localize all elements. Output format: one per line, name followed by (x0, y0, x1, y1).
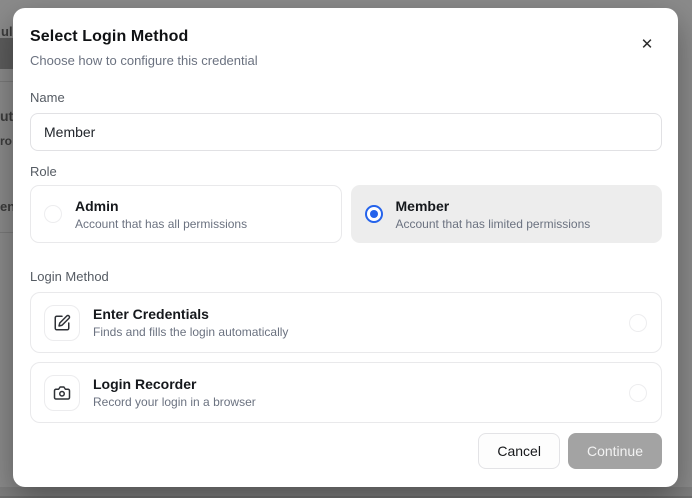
login-method-group: Login Method Enter Credentials Finds and… (30, 269, 662, 423)
login-method-option-login-recorder[interactable]: Login Recorder Record your login in a br… (30, 362, 662, 423)
name-field-group: Name (30, 90, 662, 151)
role-option-title: Member (395, 197, 450, 214)
role-option-admin[interactable]: Admin Account that has all permissions (30, 185, 342, 243)
select-login-method-dialog: Select Login Method Choose how to config… (13, 8, 678, 487)
role-option-member[interactable]: Member Account that has limited permissi… (350, 185, 662, 243)
role-group: Role Admin Account that has all permissi… (30, 164, 662, 243)
background-banner-fragment (0, 38, 14, 69)
login-method-title: Login Recorder (93, 376, 197, 392)
login-method-option-enter-credentials[interactable]: Enter Credentials Finds and fills the lo… (30, 292, 662, 353)
role-option-description: Account that has limited permissions (395, 216, 591, 231)
edit-icon (44, 304, 80, 341)
name-label: Name (30, 90, 65, 105)
dialog-subtitle: Choose how to configure this credential (30, 53, 258, 68)
login-method-label: Login Method (30, 269, 109, 284)
close-icon[interactable]: ✕ (638, 36, 656, 54)
background-text-fragment: ut (0, 108, 14, 124)
cancel-button[interactable]: Cancel (478, 433, 560, 469)
background-divider (0, 81, 14, 82)
role-option-description: Account that has all permissions (75, 216, 248, 231)
login-method-description: Record your login in a browser (93, 395, 256, 409)
background-text-fragment: ro (0, 134, 12, 148)
name-input[interactable] (30, 113, 662, 151)
continue-button[interactable]: Continue (567, 433, 662, 469)
camera-icon (44, 374, 80, 411)
role-options: Admin Account that has all permissions M… (30, 185, 662, 243)
background-bottom-strip (0, 487, 692, 498)
radio-checked-icon[interactable] (364, 205, 383, 223)
dialog-title: Select Login Method (30, 28, 189, 45)
radio-icon[interactable] (44, 205, 62, 223)
role-label: Role (30, 164, 57, 179)
role-option-title: Admin (75, 197, 119, 214)
dialog-footer: Cancel Continue (478, 433, 662, 469)
login-method-description: Finds and fills the login automatically (93, 325, 289, 339)
background-divider (0, 232, 14, 233)
background-text-fragment: ul (1, 24, 13, 39)
radio-icon[interactable] (629, 383, 647, 402)
login-method-title: Enter Credentials (93, 306, 209, 322)
radio-icon[interactable] (629, 313, 647, 332)
